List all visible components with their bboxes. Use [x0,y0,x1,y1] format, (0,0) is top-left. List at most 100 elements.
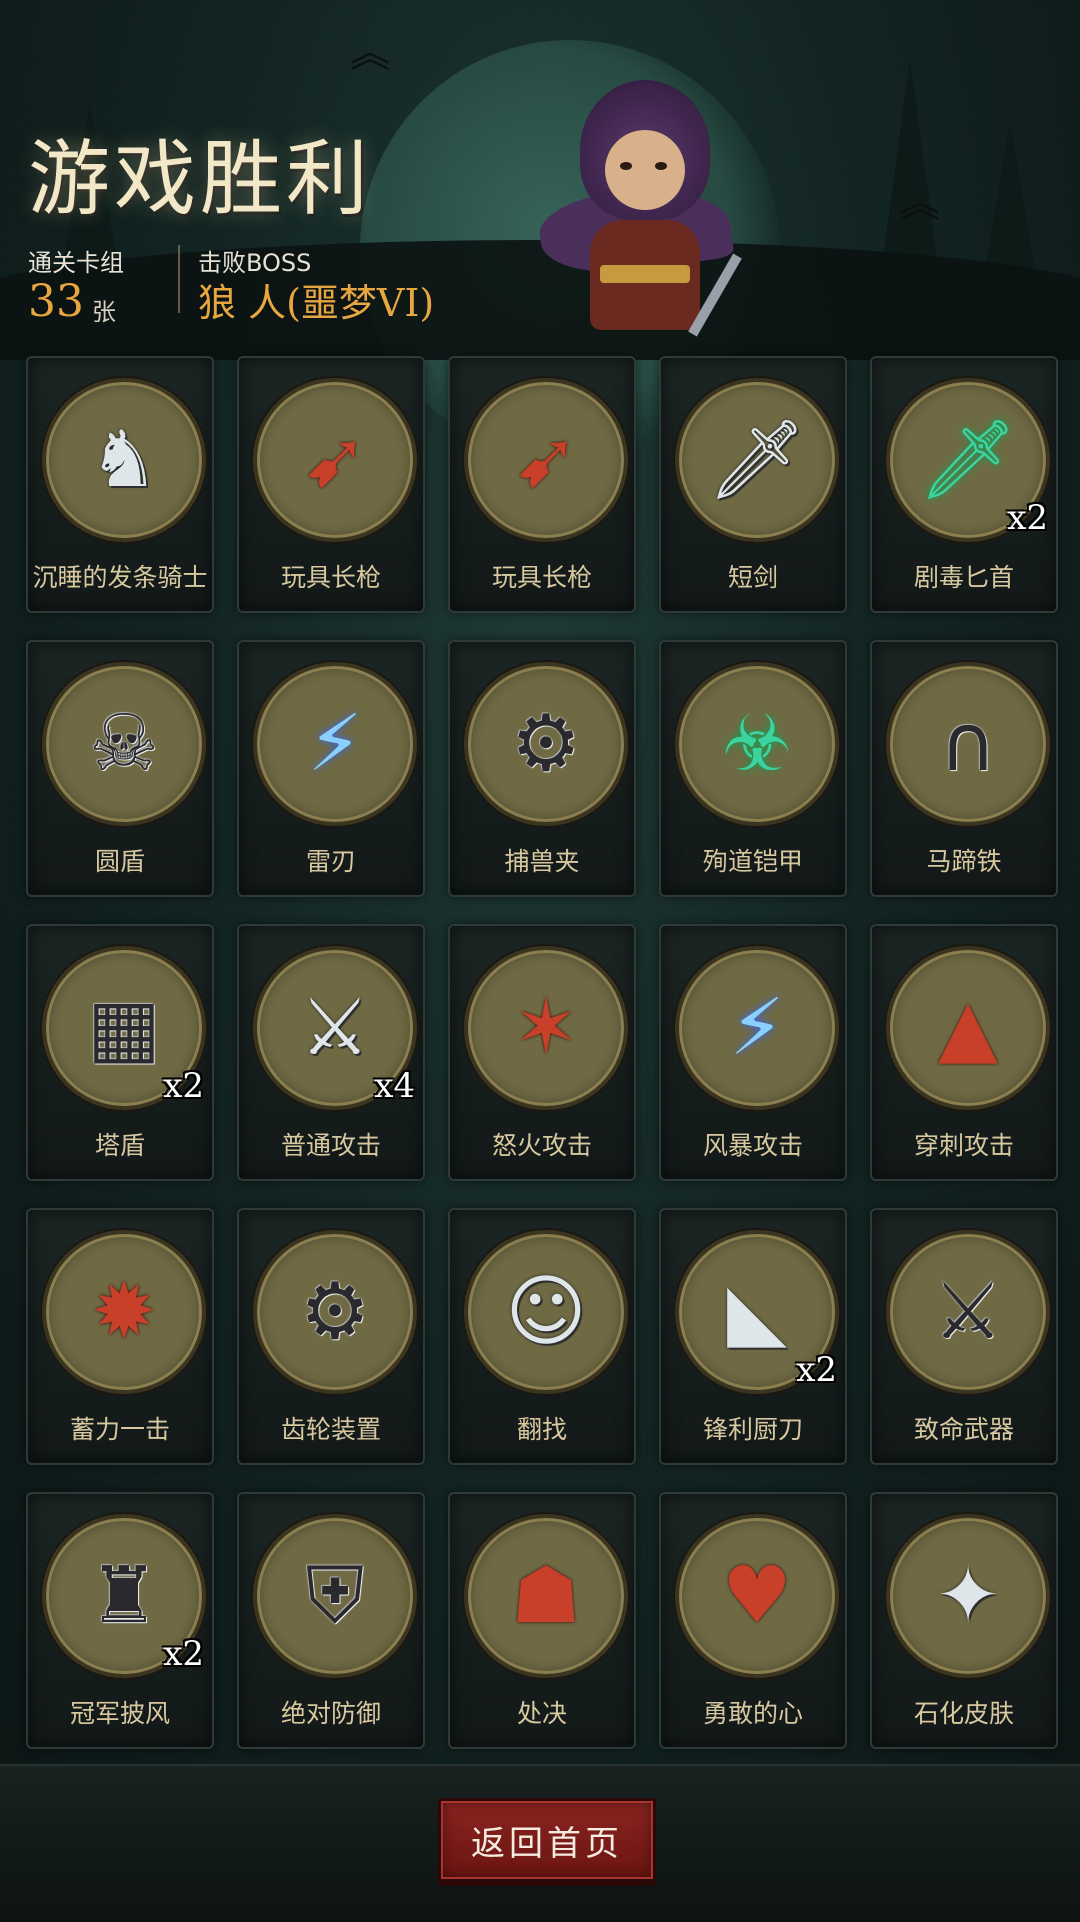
boss-name: 狼 人(噩梦VI) [198,281,435,325]
horseshoe-icon: ∩ [939,699,997,789]
card-label: 蓄力一击 [69,1415,170,1444]
storm-attack-icon: ⚡ [729,983,785,1073]
card-art-frame: ➹ [464,378,628,542]
deck-card[interactable]: 🗡 短剑 [659,356,847,613]
card-label: 冠军披风 [69,1699,170,1728]
card-art-frame: ⚙ [464,662,628,826]
deck-card[interactable]: ☣ 殉道铠甲 [659,640,847,897]
card-art-frame: ⛨ [253,1514,417,1678]
deck-card[interactable]: 🗡 x2 剧毒匕首 [870,356,1058,613]
deck-card[interactable]: ☠ 圆盾 [26,640,214,897]
card-art-frame: ✦ [886,1514,1050,1678]
card-label: 风暴攻击 [702,1131,803,1160]
page-title: 游戏胜利 [28,132,373,227]
card-label: 马蹄铁 [926,847,1002,876]
card-art-frame: ✶ [464,946,628,1110]
short-sword-icon: 🗡 [707,415,807,505]
card-art-frame: ⚙ [253,1230,417,1394]
card-count-badge: x2 [1007,498,1048,538]
card-label: 怒火攻击 [491,1131,592,1160]
hero-eye [620,162,632,170]
deck-card[interactable]: ♥ 勇敢的心 [659,1492,847,1749]
stat-divider [178,245,180,313]
card-art-frame: ⚔ [886,1230,1050,1394]
deck-card[interactable]: ♞ 沉睡的发条骑士 [26,356,214,613]
card-count-badge: x2 [163,1066,204,1106]
deck-card[interactable]: ⚡ 风暴攻击 [659,924,847,1181]
card-label: 绝对防御 [280,1699,381,1728]
toy-lance-icon: ➹ [302,415,368,505]
deck-unit: 张 [92,298,116,326]
deck-card[interactable]: ⚔ x4 普通攻击 [237,924,425,1181]
deck-card[interactable]: ☺ 翻找 [448,1208,636,1465]
deadly-weapons-icon: ⚔ [933,1267,1003,1357]
poison-dagger-icon: 🗡 [918,415,1018,505]
card-art-frame: ➹ [253,378,417,542]
card-label: 沉睡的发条骑士 [32,563,208,592]
rage-attack-icon: ✶ [513,983,579,1073]
card-label: 玩具长枪 [280,563,381,592]
deck-card[interactable]: ▦ x2 塔盾 [26,924,214,1181]
card-label: 齿轮装置 [280,1415,381,1444]
execution-icon: ☗ [511,1551,581,1641]
tower-shield-icon: ▦ [87,983,161,1073]
card-label: 普通攻击 [280,1131,381,1160]
card-label: 殉道铠甲 [702,847,803,876]
round-shield-icon: ☠ [89,699,159,789]
deck-card[interactable]: ✦ 石化皮肤 [870,1492,1058,1749]
deck-card[interactable]: ∩ 马蹄铁 [870,640,1058,897]
hero-character [520,70,750,340]
deck-card[interactable]: ✶ 怒火攻击 [448,924,636,1181]
pierce-attack-icon: ▲ [938,983,998,1073]
card-label: 锋利厨刀 [702,1415,803,1444]
deck-card[interactable]: ➹ 玩具长枪 [237,356,425,613]
champion-cloak-icon: ♜ [89,1551,159,1641]
deck-card[interactable]: ➹ 玩具长枪 [448,356,636,613]
card-label: 雷刃 [305,847,356,876]
card-art-frame: ☣ [675,662,839,826]
card-art-frame: ♞ [42,378,206,542]
clockwork-knight-icon: ♞ [89,415,159,505]
card-art-frame: ☺ [464,1230,628,1394]
deck-label: 通关卡组 [28,249,124,277]
card-label: 翻找 [516,1415,567,1444]
card-label: 穿刺攻击 [913,1131,1014,1160]
card-label: 勇敢的心 [702,1699,803,1728]
card-label: 短剑 [727,563,778,592]
deck-card[interactable]: ⚡ 雷刃 [237,640,425,897]
gear-device-icon: ⚙ [300,1267,370,1357]
hero-face [605,130,685,210]
card-label: 塔盾 [94,1131,145,1160]
deck-card[interactable]: ☗ 处决 [448,1492,636,1749]
deck-card[interactable]: ♜ x2 冠军披风 [26,1492,214,1749]
deck-card[interactable]: ✹ 蓄力一击 [26,1208,214,1465]
card-count-badge: x4 [374,1066,415,1106]
rummage-icon: ☺ [505,1267,587,1357]
thunder-blade-icon: ⚡ [307,699,363,789]
deck-card[interactable]: ⚙ 齿轮装置 [237,1208,425,1465]
basic-attack-icon: ⚔ [300,983,370,1073]
card-art-frame: ⚡ [675,946,839,1110]
victory-header: 游戏胜利 通关卡组 33 张 击败BOSS 狼 人(噩梦VI) [0,0,1080,345]
card-label: 石化皮肤 [913,1699,1014,1728]
card-label: 剧毒匕首 [913,563,1014,592]
card-label: 致命武器 [913,1415,1014,1444]
toy-lance-icon: ➹ [513,415,579,505]
card-art-frame: ⚡ [253,662,417,826]
return-home-button[interactable]: 返回首页 [438,1798,656,1882]
card-art-frame: 🗡 [675,378,839,542]
card-label: 圆盾 [94,847,145,876]
deck-card[interactable]: ◣ x2 锋利厨刀 [659,1208,847,1465]
card-art-frame: ☗ [464,1514,628,1678]
brave-heart-icon: ♥ [722,1551,792,1641]
card-label: 处决 [516,1699,567,1728]
deck-card[interactable]: ⛨ 绝对防御 [237,1492,425,1749]
deck-card[interactable]: ▲ 穿刺攻击 [870,924,1058,1181]
stone-skin-icon: ✦ [935,1551,1001,1641]
card-art-frame: ☠ [42,662,206,826]
deck-card[interactable]: ⚔ 致命武器 [870,1208,1058,1465]
absolute-defense-icon: ⛨ [305,1551,365,1641]
deck-card[interactable]: ⚙ 捕兽夹 [448,640,636,897]
cleaver-icon: ◣ [727,1267,787,1357]
hero-belt [600,265,690,283]
